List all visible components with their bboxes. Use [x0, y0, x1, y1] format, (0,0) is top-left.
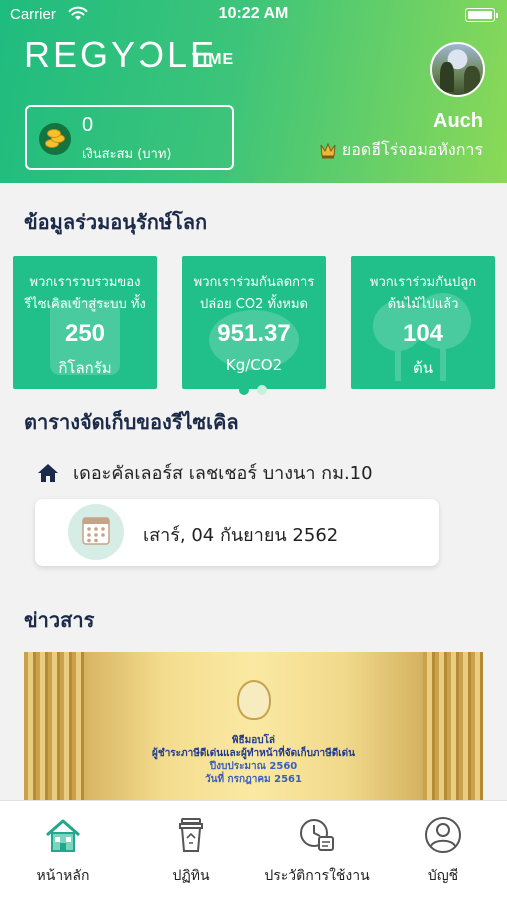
location-row[interactable]: เดอะคัลเลอร์ส เลชเชอร์ บางนา กม.10 — [37, 458, 373, 487]
battery-icon — [465, 8, 498, 22]
calendar-icon — [68, 504, 124, 560]
stat-unit: กิโลกรัม — [58, 359, 112, 377]
news-image[interactable]: พิธีมอบโล่ ผู้ชำระภาษีดีเด่นและผู้ทำหน้า… — [24, 652, 483, 802]
stat-desc: พวกเราร่วมกันปลูกต้นไม้ไปแล้ว — [369, 275, 477, 312]
location-label: เดอะคัลเลอร์ส เลชเชอร์ บางนา กม.10 — [73, 463, 373, 484]
stat-desc: พวกเรารวบรวมของรีไซเคิลเข้าสู่ระบบ ทั้งห… — [24, 275, 146, 320]
tab-label: หน้าหลัก — [36, 868, 90, 884]
tab-label: บัญชี — [427, 868, 459, 884]
username: Auch — [433, 110, 483, 132]
trophy-icon — [320, 142, 336, 158]
page-dot[interactable] — [257, 385, 267, 395]
tab-label: ปฏิทิน — [172, 868, 210, 884]
avatar[interactable] — [430, 42, 485, 97]
status-bar: Carrier 10:22 AM — [0, 0, 507, 32]
schedule-section-title: ตารางจัดเก็บของรีไซเคิล — [24, 410, 239, 434]
tab-calendar[interactable]: ปฏิทิน — [126, 815, 256, 887]
stat-unit: Kg/CO2 — [225, 356, 283, 374]
rank-badge: ยอดฮีโร่จอมอหังการ — [318, 138, 483, 163]
stat-card-co2[interactable]: พวกเราร่วมกันลดการปล่อย CO2 ทั้งหมด 951.… — [182, 256, 326, 389]
home-icon — [46, 819, 80, 852]
savings-box[interactable]: 0 เงินสะสม (บาท) — [25, 105, 234, 170]
news-image-caption: พิธีมอบโล่ ผู้ชำระภาษีดีเด่นและผู้ทำหน้า… — [152, 735, 355, 785]
stat-value: 951.37 — [217, 320, 291, 347]
app-logo: REGYƆLE — [24, 34, 218, 75]
tab-label: ประวัติการใช้งาน — [264, 868, 370, 884]
schedule-date: เสาร์, 04 กันยายน 2562 — [143, 525, 339, 546]
stat-card-recycled[interactable]: พวกเรารวบรวมของรีไซเคิลเข้าสู่ระบบ ทั้งห… — [13, 256, 157, 389]
stat-value: 104 — [402, 320, 444, 347]
recycle-bin-icon — [179, 818, 203, 852]
savings-value: 0 — [82, 114, 94, 136]
news-section-title: ข่าวสาร — [24, 608, 95, 632]
coins-icon — [39, 123, 71, 155]
rank-label: ยอดฮีโร่จอมอหังการ — [341, 140, 483, 159]
history-clock-icon — [300, 819, 334, 851]
tab-bar: หน้าหลัก ปฏิทิน ประวัติการใช้งาน บัญชี — [0, 800, 507, 900]
header: Carrier 10:22 AM REGYƆLE TIME 0 เงินสะสม… — [0, 0, 507, 183]
page-dot[interactable] — [239, 385, 249, 395]
savings-label: เงินสะสม (บาท) — [82, 147, 172, 162]
clock: 10:22 AM — [218, 5, 289, 22]
stat-desc: พวกเราร่วมกันลดการปล่อย CO2 ทั้งหมด — [193, 275, 315, 312]
tab-account[interactable]: บัญชี — [378, 815, 507, 887]
tab-history[interactable]: ประวัติการใช้งาน — [252, 815, 382, 887]
stat-card-trees[interactable]: พวกเราร่วมกันปลูกต้นไม้ไปแล้ว 104 ต้น — [351, 256, 495, 389]
account-icon — [425, 817, 461, 853]
stat-value: 250 — [64, 320, 106, 347]
carousel-pagination[interactable] — [239, 385, 267, 395]
stat-unit: ต้น — [413, 359, 433, 377]
app-logo-sub: TIME — [192, 51, 235, 68]
home-icon — [38, 463, 58, 482]
tab-home[interactable]: หน้าหลัก — [0, 815, 128, 887]
impact-section-title: ข้อมูลร่วมอนุรักษ์โลก — [24, 210, 208, 234]
schedule-card[interactable]: เสาร์, 04 กันยายน 2562 — [35, 499, 439, 566]
emblem-icon — [237, 680, 271, 720]
